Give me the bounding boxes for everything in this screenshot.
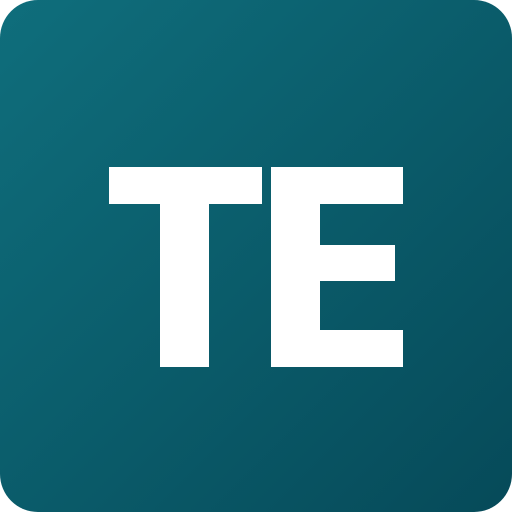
letter-e-glyph xyxy=(271,167,403,367)
monogram-te xyxy=(109,167,403,367)
letter-t-glyph xyxy=(109,167,262,367)
app-icon-tile: TE xyxy=(0,0,512,512)
